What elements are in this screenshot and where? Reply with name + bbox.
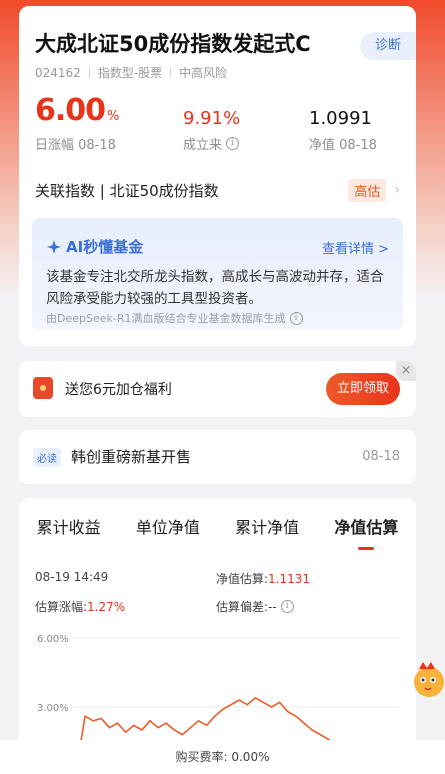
ai-text: 该基金专注北交所龙头指数，高成长与高波动并存，适合风险承受能力较强的工具型投资者… xyxy=(46,269,384,307)
sparkle-icon xyxy=(47,239,61,254)
chevron-right-icon: › xyxy=(394,182,400,198)
divider xyxy=(88,67,90,78)
nav-label: 净值 08-18 xyxy=(309,138,377,153)
mascot-icon[interactable] xyxy=(409,660,445,700)
since-inception-value: 9.91% xyxy=(183,108,241,129)
fund-name: 大成北证50成份指数发起式C xyxy=(35,32,311,56)
ai-footnote: 由DeepSeek-R1满血版结合专业基金数据库生成 i xyxy=(46,310,303,326)
y-tick-label: 3.00% xyxy=(37,703,69,714)
diagnose-button[interactable]: 诊断 xyxy=(360,32,416,60)
day-change-value: 6.00% xyxy=(35,93,119,128)
info-icon[interactable]: i xyxy=(280,600,294,613)
estimate-change: 估算涨幅:1.27% xyxy=(35,600,126,614)
close-icon[interactable]: × xyxy=(396,361,416,381)
promo-card: 送您6元加仓福利 立即领取 × xyxy=(19,361,416,417)
related-index-label: 关联指数 | 北证50成份指数 xyxy=(35,181,219,200)
valuation-badge: 高估 xyxy=(348,178,387,202)
info-icon[interactable]: i xyxy=(226,137,240,150)
nav-value: 1.0991 xyxy=(309,108,372,129)
info-icon[interactable]: i xyxy=(289,311,303,325)
fee-bar: 购买费率: 0.00% xyxy=(0,740,445,774)
tab-cumulative-return[interactable]: 累计收益 xyxy=(35,514,103,546)
fund-header-card: 大成北证50成份指数发起式C 诊断 024162 指数型-股票 中高风险 6.0… xyxy=(19,6,416,346)
fund-meta: 024162 指数型-股票 中高风险 xyxy=(35,64,227,81)
estimate-deviation: 估算偏差:-- i xyxy=(216,598,294,615)
ai-title: AI秒懂基金 xyxy=(46,236,143,257)
chart-tabs: 累计收益 单位净值 累计净值 净值估算 xyxy=(19,514,416,550)
fund-type: 指数型-股票 xyxy=(97,66,163,80)
tab-nav-estimate[interactable]: 净值估算 xyxy=(332,514,400,550)
ai-more-link[interactable]: 查看详情 > xyxy=(322,238,389,257)
day-change-label: 日涨幅 08-18 xyxy=(35,138,116,153)
must-read-tag: 必读 xyxy=(33,448,61,467)
notice-date: 08-18 xyxy=(362,449,400,464)
ai-summary-box: AI秒懂基金 查看详情 > 该基金专注北交所龙头指数，高成长与高波动并存，适合风… xyxy=(32,218,403,330)
risk-level: 中高风险 xyxy=(179,66,228,80)
chart-card: 累计收益 单位净值 累计净值 净值估算 08-19 14:49 净值估算:1.1… xyxy=(19,498,416,774)
related-index-row[interactable]: 关联指数 | 北证50成份指数 高估 › xyxy=(35,178,400,202)
tab-cumulative-nav[interactable]: 累计净值 xyxy=(233,514,301,546)
since-inception-label[interactable]: 成立来 i xyxy=(183,134,240,153)
fund-code: 024162 xyxy=(35,65,81,80)
notice-text: 韩创重磅新基开售 xyxy=(71,448,192,466)
estimate-nav: 净值估算:1.1131 xyxy=(216,572,311,586)
claim-button[interactable]: 立即领取 xyxy=(326,373,400,405)
y-tick-label: 6.00% xyxy=(37,634,69,645)
red-envelope-icon xyxy=(33,377,53,399)
divider xyxy=(170,67,172,78)
estimate-time: 08-19 14:49 xyxy=(35,570,109,584)
notice-card[interactable]: 必读 韩创重磅新基开售 08-18 xyxy=(19,430,416,484)
promo-text: 送您6元加仓福利 xyxy=(65,382,172,398)
tab-unit-nav[interactable]: 单位净值 xyxy=(134,514,202,546)
